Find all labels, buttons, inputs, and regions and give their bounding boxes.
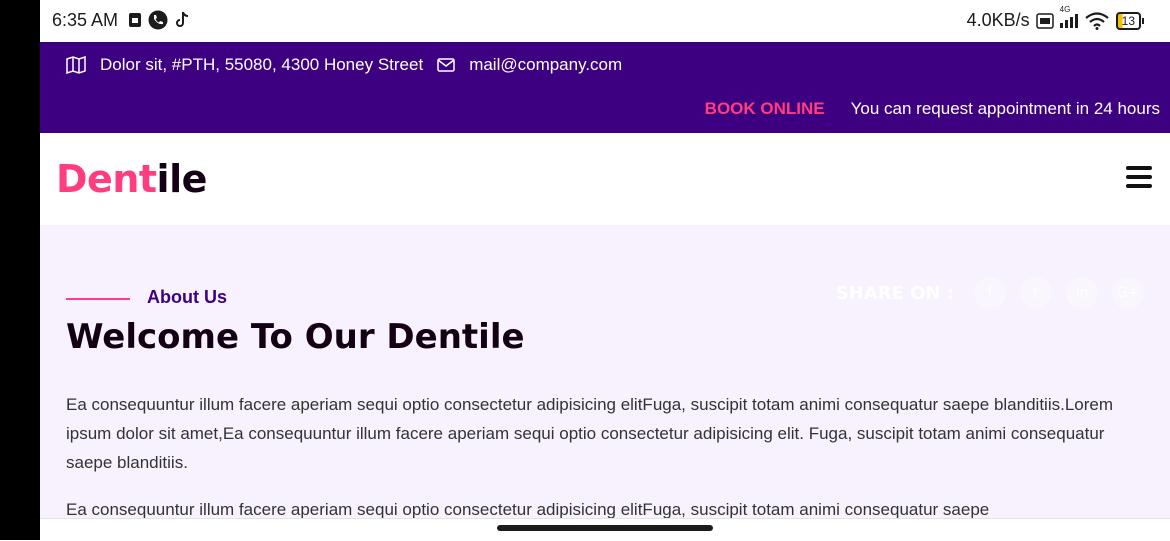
site-header: Dentile <box>40 133 1170 225</box>
gesture-bar <box>40 518 1170 541</box>
status-right: 4.0KB/s 4G 13 <box>966 5 1144 31</box>
home-indicator[interactable] <box>497 525 713 531</box>
phone-icon <box>148 10 168 30</box>
section-label: About Us <box>147 287 227 307</box>
booking-line: BOOK ONLINE You can request appointment … <box>705 99 1160 119</box>
sim-card-icon <box>129 13 141 27</box>
network-type: 4G <box>1059 4 1071 14</box>
map-icon <box>66 56 86 74</box>
logo[interactable]: Dentile <box>56 157 207 201</box>
hamburger-menu-icon[interactable] <box>1126 166 1152 188</box>
linkedin-icon[interactable]: in <box>1066 277 1098 309</box>
top-info-bar: Dolor sit, #PTH, 55080, 4300 Honey Stree… <box>40 42 1170 133</box>
address-text: Dolor sit, #PTH, 55080, 4300 Honey Stree… <box>100 55 424 74</box>
about-section: About Us Welcome To Our Dentile SHARE ON… <box>40 225 1170 519</box>
appointment-text: You can request appointment in 24 hours <box>850 99 1160 118</box>
contact-line: Dolor sit, #PTH, 55080, 4300 Honey Stree… <box>66 55 636 75</box>
google-plus-icon[interactable]: G+ <box>1112 277 1144 309</box>
battery-icon: 13 <box>1115 11 1144 30</box>
status-time: 6:35 AM <box>52 10 119 30</box>
paragraph-2: Ea consequuntur illum facere aperiam seq… <box>66 500 990 519</box>
facebook-icon[interactable]: f <box>974 277 1006 309</box>
net-speed: 4.0KB/s <box>966 10 1030 30</box>
book-online-link[interactable]: BOOK ONLINE <box>705 99 825 119</box>
envelope-icon <box>437 58 455 72</box>
battery-level: 13 <box>1115 11 1141 30</box>
signal-icon: 4G <box>1059 5 1078 28</box>
share-label: SHARE ON : <box>835 282 954 304</box>
share-bar: SHARE ON : f t in G+ <box>836 277 1144 309</box>
paragraph-1: Ea consequuntur illum facere aperiam seq… <box>66 395 1114 472</box>
volte-icon <box>1035 12 1054 29</box>
page-title: Welcome To Our Dentile <box>66 317 525 357</box>
section-divider <box>66 298 130 300</box>
tiktok-icon <box>176 11 189 27</box>
notification-icons <box>128 10 190 30</box>
twitter-icon[interactable]: t <box>1020 277 1052 309</box>
logo-part-1: Dent <box>56 157 157 201</box>
wifi-icon <box>1084 11 1109 30</box>
logo-part-2: ile <box>156 157 208 201</box>
left-black-bar <box>0 0 40 540</box>
status-bar: 6:35 AM 4.0KB/s 4G 13 <box>40 0 1170 42</box>
email-link[interactable]: mail@company.com <box>469 55 622 75</box>
